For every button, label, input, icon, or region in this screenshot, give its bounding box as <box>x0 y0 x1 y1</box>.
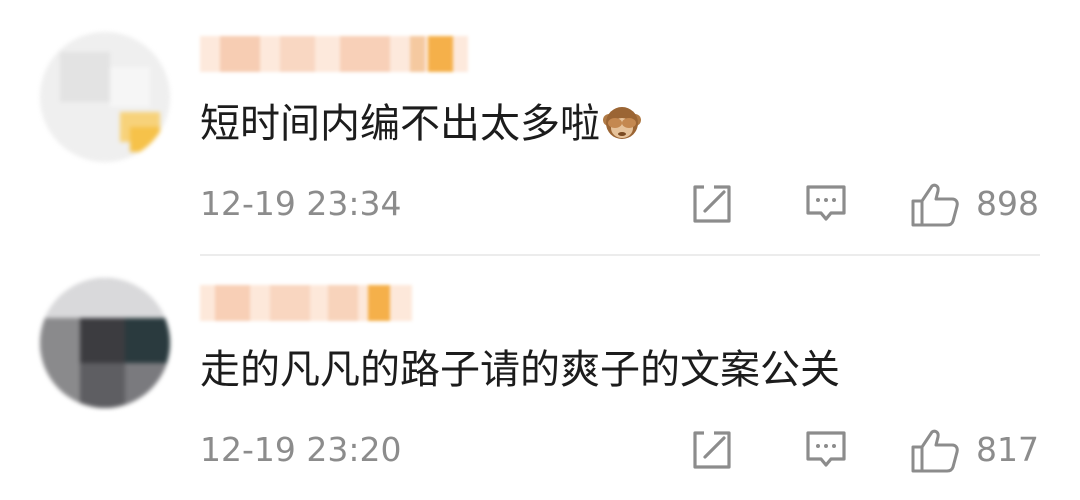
username-redacted[interactable] <box>200 36 468 72</box>
comment-text: 短时间内编不出太多啦 <box>200 100 642 148</box>
share-icon <box>693 431 731 469</box>
comment-timestamp: 12-19 23:20 <box>200 430 402 469</box>
reply-button[interactable] <box>804 428 848 472</box>
comment-item: 走的凡凡的路子请的爽子的文案公关 12-19 23:20 817 <box>0 250 1080 500</box>
share-icon <box>693 185 731 223</box>
comment-timestamp: 12-19 23:34 <box>200 184 402 223</box>
like-count: 898 <box>976 184 1039 223</box>
thumbs-up-icon <box>911 183 959 227</box>
comment-text-content: 短时间内编不出太多啦 <box>200 101 600 147</box>
reply-button[interactable] <box>804 182 848 226</box>
comment-text: 走的凡凡的路子请的爽子的文案公关 <box>200 347 840 393</box>
comment-item: 短时间内编不出太多啦 12-19 23:34 898 <box>0 0 1080 250</box>
comment-icon <box>806 431 846 467</box>
like-count: 817 <box>976 430 1039 469</box>
see-no-evil-monkey-icon <box>602 103 642 143</box>
thumbs-up-icon <box>911 429 959 473</box>
share-button[interactable] <box>690 182 734 226</box>
avatar[interactable] <box>40 32 170 162</box>
comment-icon <box>806 185 846 221</box>
like-button[interactable] <box>910 182 960 228</box>
avatar[interactable] <box>40 278 170 408</box>
username-redacted[interactable] <box>200 285 412 321</box>
share-button[interactable] <box>690 428 734 472</box>
like-button[interactable] <box>910 428 960 474</box>
